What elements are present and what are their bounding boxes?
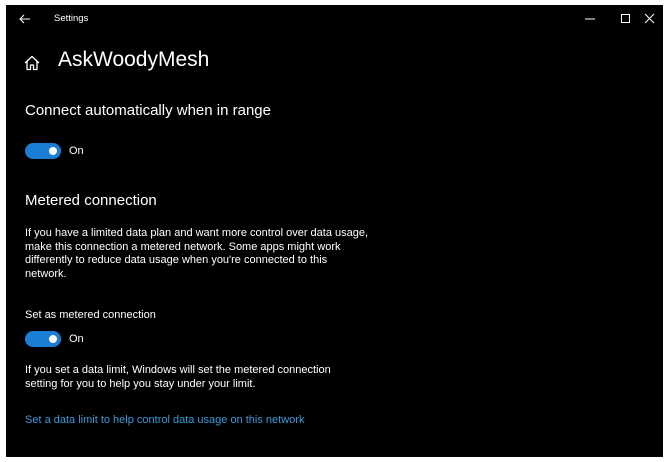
data-limit-note: If you set a data limit, Windows will se… [25, 364, 331, 390]
close-icon[interactable] [640, 9, 660, 29]
connect-automatically-heading: Connect automatically when in range [25, 102, 271, 119]
metered-setting-label: Set as metered connection [25, 309, 156, 321]
minimize-icon[interactable] [580, 9, 600, 29]
window-title: Settings [54, 13, 89, 24]
maximize-icon[interactable] [616, 9, 636, 29]
settings-window: Settings AskWoodyMesh Connect automatica… [6, 5, 663, 457]
metered-connection-heading: Metered connection [25, 192, 157, 209]
page-title: AskWoodyMesh [58, 48, 210, 71]
home-icon [23, 54, 41, 72]
connect-toggle-state: On [69, 145, 84, 157]
metered-toggle-state: On [69, 333, 84, 345]
metered-connection-toggle[interactable] [25, 331, 61, 347]
title-bar: Settings [6, 5, 663, 33]
toggle-knob [49, 147, 57, 155]
toggle-knob [49, 335, 57, 343]
connect-automatically-toggle[interactable] [25, 143, 61, 159]
back-arrow-icon[interactable] [15, 9, 35, 29]
set-data-limit-link[interactable]: Set a data limit to help control data us… [25, 414, 304, 426]
metered-description: If you have a limited data plan and want… [25, 227, 369, 280]
